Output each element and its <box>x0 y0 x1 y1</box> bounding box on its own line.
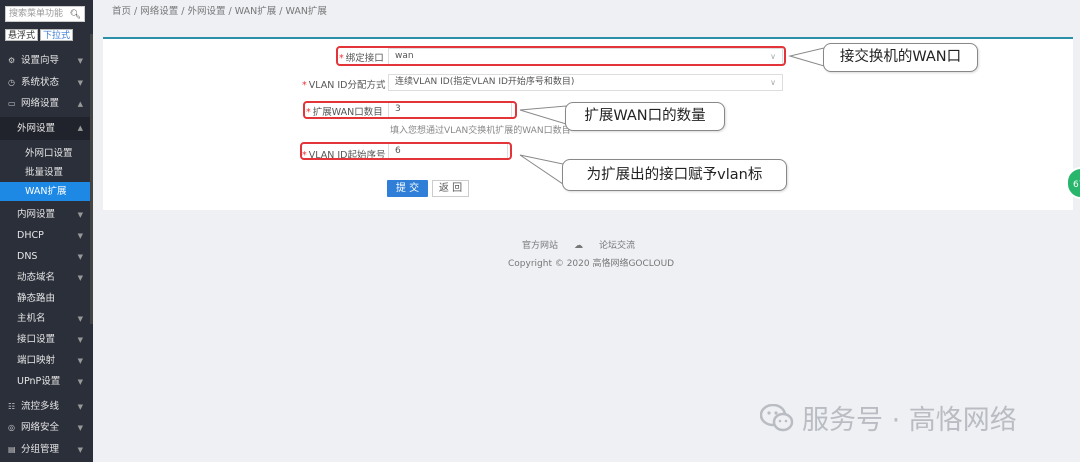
shield-icon: ◎ <box>8 423 15 432</box>
document-icon: ▤ <box>8 445 16 454</box>
chevron-down-icon: ▼ <box>77 232 83 240</box>
sidebar: 搜索菜单功能 🔍︎ 悬浮式 下拉式 ⚙ 设置向导 ▼ ◷ 系统状态 ▼ ▭ 网络设置… <box>0 0 93 462</box>
sidebar-item-wan-extension[interactable]: WAN扩展 <box>0 182 93 201</box>
float-mode-button[interactable]: 悬浮式 <box>5 29 39 41</box>
sidebar-item-label: 网络安全 <box>21 422 60 433</box>
chevron-down-icon: ▼ <box>77 315 83 323</box>
badge-count: 67 <box>1073 180 1080 190</box>
sidebar-item-hostname[interactable]: 主机名 ▼ <box>0 309 93 329</box>
sidebar-item-label: 主机名 <box>17 313 46 324</box>
sidebar-item-label: 外网口设置 <box>25 148 73 159</box>
sidebar-item-network-settings[interactable]: ▭ 网络设置 ▲ <box>0 94 93 114</box>
wan-count-hint: 填入您想通过VLAN交换机扩展的WAN口数目 <box>390 126 571 136</box>
vlan-mode-row: * VLAN ID分配方式 <box>302 77 386 91</box>
chevron-down-icon: ▼ <box>77 446 83 454</box>
dropdown-mode-button[interactable]: 下拉式 <box>40 29 74 41</box>
forum-link[interactable]: 论坛交流 <box>599 241 635 251</box>
chevron-up-icon: ▲ <box>77 100 83 108</box>
clock-icon: ◷ <box>8 78 15 87</box>
callout-wan-count: 扩展WAN口的数量 <box>565 102 725 131</box>
footer-links: 官方网站 ☁ 论坛交流 <box>522 238 635 251</box>
monitor-icon: ▭ <box>8 99 16 108</box>
chevron-down-icon: ▼ <box>77 378 83 386</box>
vlan-mode-label: * VLAN ID分配方式 <box>302 80 386 91</box>
sidebar-item-label: WAN扩展 <box>25 186 67 197</box>
sidebar-item-dhcp[interactable]: DHCP ▼ <box>0 226 93 246</box>
sidebar-item-label: 动态域名 <box>17 272 56 283</box>
chevron-down-icon: ▼ <box>77 57 83 65</box>
chevron-down-icon: ∨ <box>770 78 776 87</box>
sidebar-item-label: 端口映射 <box>17 355 56 366</box>
chevron-up-icon: ▲ <box>77 124 83 132</box>
sidebar-item-traffic-control[interactable]: ☷ 流控多线 ▼ <box>0 397 93 417</box>
sidebar-item-label: 内网设置 <box>17 209 56 220</box>
highlight-box-bind <box>336 46 786 66</box>
sidebar-item-label: 系统状态 <box>21 77 60 88</box>
sidebar-item-port-mapping[interactable]: 端口映射 ▼ <box>0 351 93 371</box>
gear-icon: ⚙ <box>8 56 16 65</box>
sidebar-item-label: DHCP <box>17 230 44 241</box>
sidebar-item-label: 流控多线 <box>21 401 60 412</box>
chevron-down-icon: ▼ <box>77 253 83 261</box>
back-button[interactable]: 返 回 <box>432 180 469 197</box>
sidebar-item-interface-settings[interactable]: 接口设置 ▼ <box>0 330 93 350</box>
official-site-link[interactable]: 官方网站 <box>522 241 558 251</box>
callout-bind-interface: 接交换机的WAN口 <box>823 43 978 72</box>
copyright-text: Copyright © 2020 高恪网络GOCLOUD <box>508 259 675 269</box>
chevron-down-icon: ▼ <box>77 424 83 432</box>
sidebar-item-label: 分组管理 <box>21 444 60 455</box>
highlight-box-count <box>303 101 517 119</box>
sidebar-scrollbar[interactable] <box>90 34 93 324</box>
vlan-mode-select[interactable]: 连续VLAN ID(指定VLAN ID开始序号和数目) ∨ <box>388 74 783 91</box>
wechat-icon <box>760 403 794 431</box>
sidebar-item-wan-settings[interactable]: 外网设置 ▲ <box>0 117 93 140</box>
chevron-down-icon: ▼ <box>77 403 83 411</box>
sidebar-item-label: 网络设置 <box>21 98 60 109</box>
sidebar-item-label: UPnP设置 <box>17 376 61 387</box>
sidebar-item-network-security[interactable]: ◎ 网络安全 ▼ <box>0 418 93 438</box>
menu-search-input[interactable]: 搜索菜单功能 🔍︎ <box>5 6 85 22</box>
sidebar-item-label: 设置向导 <box>21 55 60 66</box>
chevron-down-icon: ▼ <box>77 336 83 344</box>
chevron-down-icon: ▼ <box>77 274 83 282</box>
callout-vlan-tag: 为扩展出的接口赋予vlan标 <box>562 159 787 191</box>
search-icon[interactable]: 🔍︎ <box>70 8 81 21</box>
sidebar-item-setup-wizard[interactable]: ⚙ 设置向导 ▼ <box>0 51 93 71</box>
sidebar-item-label: 批量设置 <box>25 167 64 178</box>
watermark-text: 服务号 · 高恪网络 <box>802 405 1017 436</box>
sidebar-item-batch-settings[interactable]: 批量设置 <box>0 163 93 182</box>
menu-search-placeholder: 搜索菜单功能 <box>9 9 64 19</box>
sidebar-item-ddns[interactable]: 动态域名 ▼ <box>0 268 93 288</box>
sidebar-item-dns[interactable]: DNS ▼ <box>0 247 93 267</box>
watermark: 服务号 · 高恪网络 <box>760 398 1017 437</box>
sidebar-item-wan-port-settings[interactable]: 外网口设置 <box>0 144 93 163</box>
chevron-down-icon: ▼ <box>77 79 83 87</box>
sitemap-icon: ☷ <box>8 402 16 411</box>
sidebar-item-label: 静态路由 <box>17 293 56 304</box>
sidebar-item-static-route[interactable]: 静态路由 <box>0 289 93 309</box>
sidebar-item-upnp[interactable]: UPnP设置 ▼ <box>0 372 93 392</box>
sidebar-item-system-status[interactable]: ◷ 系统状态 ▼ <box>0 73 93 93</box>
submit-button[interactable]: 提 交 <box>387 180 428 197</box>
sidebar-item-lan-settings[interactable]: 内网设置 ▼ <box>0 205 93 225</box>
vlan-mode-value: 连续VLAN ID(指定VLAN ID开始序号和数目) <box>395 77 575 87</box>
cloud-icon: ☁ <box>574 241 584 251</box>
chevron-down-icon: ▼ <box>77 357 83 365</box>
sidebar-item-group-management[interactable]: ▤ 分组管理 ▼ <box>0 440 93 460</box>
highlight-box-start <box>300 142 512 160</box>
sidebar-item-label: 外网设置 <box>17 123 56 134</box>
sidebar-item-label: 接口设置 <box>17 334 56 345</box>
sidebar-item-label: DNS <box>17 251 38 262</box>
chevron-down-icon: ▼ <box>77 211 83 219</box>
breadcrumb[interactable]: 首页 / 网络设置 / 外网设置 / WAN扩展 / WAN扩展 <box>112 3 327 17</box>
menu-mode-switch: 悬浮式 下拉式 <box>5 29 74 41</box>
